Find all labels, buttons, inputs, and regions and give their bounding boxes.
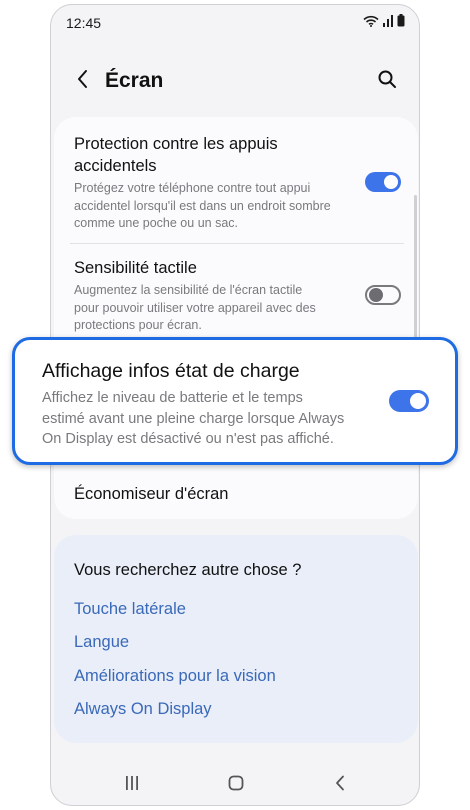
setting-title: Affichage infos état de charge xyxy=(42,360,300,382)
recents-icon xyxy=(124,775,140,796)
wifi-icon xyxy=(363,14,379,32)
toggle-knob xyxy=(369,288,383,302)
search-icon xyxy=(377,69,397,94)
suggestions-title: Vous recherchez autre chose ? xyxy=(74,561,302,579)
scrollbar[interactable] xyxy=(414,195,417,345)
setting-description: Affichez le niveau de batterie et le tem… xyxy=(42,390,345,447)
setting-title: Protection contre les appuis accidentels xyxy=(74,135,278,175)
back-icon xyxy=(334,775,346,796)
touch-sensitivity-toggle[interactable] xyxy=(365,285,401,305)
setting-screensaver[interactable]: Économiseur d'écran xyxy=(74,483,384,505)
status-time: 12:45 xyxy=(66,15,102,31)
accidental-touch-toggle[interactable] xyxy=(365,172,401,192)
status-icons xyxy=(363,14,405,32)
app-header: Écran xyxy=(51,57,419,105)
battery-icon xyxy=(397,14,405,32)
highlighted-setting-charging-info[interactable]: Affichage infos état de charge Affichez … xyxy=(12,337,458,465)
home-button[interactable] xyxy=(221,773,251,797)
nav-back-button[interactable] xyxy=(325,773,355,797)
divider xyxy=(70,243,404,244)
setting-title: Économiseur d'écran xyxy=(74,485,229,503)
recents-button[interactable] xyxy=(117,773,147,797)
charging-info-toggle[interactable] xyxy=(389,390,429,412)
navigation-bar xyxy=(51,763,419,805)
signal-icon xyxy=(383,14,393,32)
setting-touch-sensitivity[interactable]: Sensibilité tactile Augmentez la sensibi… xyxy=(74,257,384,335)
setting-accidental-touch[interactable]: Protection contre les appuis accidentels… xyxy=(74,133,384,233)
home-icon xyxy=(228,775,244,796)
suggestion-link-vision[interactable]: Améliorations pour la vision xyxy=(74,667,276,686)
setting-title: Sensibilité tactile xyxy=(74,259,197,277)
chevron-left-icon xyxy=(76,69,90,94)
page-title: Écran xyxy=(105,69,164,92)
suggestion-link-always-on-display[interactable]: Always On Display xyxy=(74,700,212,719)
toggle-knob xyxy=(384,175,398,189)
toggle-knob xyxy=(410,393,426,409)
status-bar: 12:45 xyxy=(51,5,419,39)
suggestions-card: Vous recherchez autre chose ? Touche lat… xyxy=(54,535,418,743)
back-button[interactable] xyxy=(69,67,97,95)
suggestion-link-language[interactable]: Langue xyxy=(74,633,129,652)
suggestion-link-side-key[interactable]: Touche latérale xyxy=(74,600,186,619)
setting-description: Augmentez la sensibilité de l'écran tact… xyxy=(74,283,316,332)
search-button[interactable] xyxy=(373,67,401,95)
setting-description: Protégez votre téléphone contre tout app… xyxy=(74,181,331,230)
